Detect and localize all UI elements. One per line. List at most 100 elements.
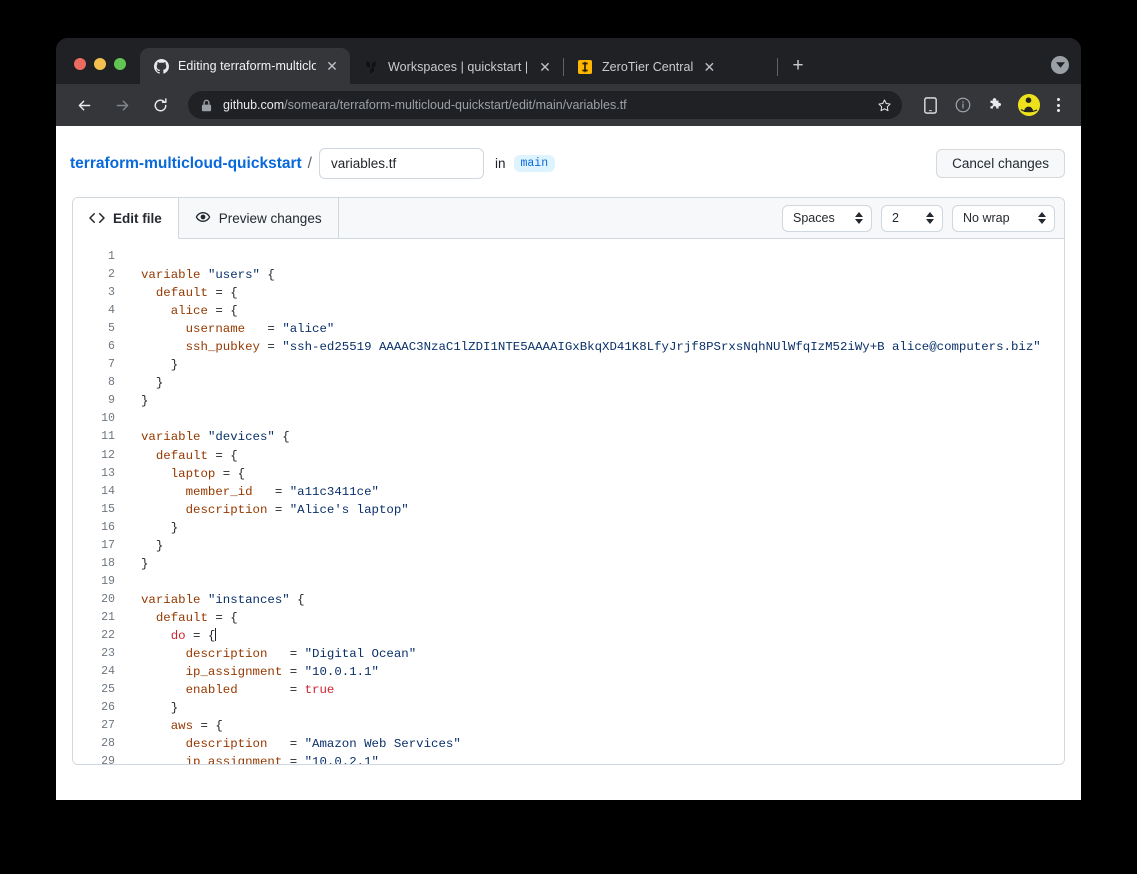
- branch-badge: main: [513, 155, 556, 172]
- code-text: description = "Digital Ocean": [125, 645, 417, 663]
- github-page: terraform-multicloud-quickstart / in mai…: [56, 126, 1081, 800]
- line-number: 1: [108, 250, 115, 263]
- code-token: "10.0.2.1": [304, 755, 379, 764]
- tab-edit-file[interactable]: Edit file: [73, 198, 179, 239]
- code-line: 16 }: [73, 519, 1064, 537]
- close-window-button[interactable]: [74, 58, 86, 70]
- wrap-mode-select[interactable]: No wrap: [952, 204, 1055, 232]
- code-text: }: [125, 555, 148, 573]
- code-line: 28 description = "Amazon Web Services": [73, 735, 1064, 753]
- browser-menu-icon[interactable]: [1047, 98, 1069, 112]
- code-token: }: [141, 394, 149, 409]
- line-number: 6: [108, 340, 115, 354]
- code-text: }: [125, 356, 178, 374]
- code-text: ssh_pubkey = "ssh-ed25519 AAAAC3NzaC1lZD…: [125, 338, 1041, 356]
- tab-search-icon[interactable]: [1051, 56, 1069, 74]
- screen: Editing terraform-multicloud-q ✕ Workspa…: [0, 0, 1137, 874]
- file-editor: Edit file Preview changes Spaces 2 No wr…: [72, 197, 1065, 765]
- code-line: 18}: [73, 555, 1064, 573]
- code-token: do: [170, 628, 186, 643]
- code-line: 3 default = {: [73, 284, 1064, 302]
- close-tab-icon[interactable]: ✕: [324, 58, 340, 74]
- address-bar[interactable]: github.com/someara/terraform-multicloud-…: [188, 91, 902, 119]
- cast-device-icon[interactable]: [917, 92, 943, 118]
- bookmark-star-icon[interactable]: [876, 98, 892, 113]
- line-number: 26: [101, 701, 115, 715]
- code-line: 4 alice = {: [73, 302, 1064, 320]
- repo-link[interactable]: terraform-multicloud-quickstart: [70, 155, 302, 173]
- browser-tab-github[interactable]: Editing terraform-multicloud-q ✕: [140, 48, 350, 84]
- terraform-icon: [363, 59, 379, 75]
- code-line: 25 enabled = true: [73, 681, 1064, 699]
- line-number: 16: [101, 520, 115, 534]
- browser-tab-title: ZeroTier Central: [602, 60, 694, 74]
- code-text: }: [125, 699, 178, 717]
- indent-mode-select[interactable]: Spaces: [782, 204, 872, 232]
- code-token: default: [155, 286, 208, 301]
- indent-size-select[interactable]: 2: [881, 204, 943, 232]
- code-token: variable: [141, 268, 201, 283]
- select-value: No wrap: [963, 211, 1010, 225]
- browser-tab-strip: Editing terraform-multicloud-q ✕ Workspa…: [56, 38, 1081, 84]
- zerotier-icon: [577, 59, 593, 75]
- forward-button[interactable]: [108, 91, 136, 119]
- code-token: = {: [185, 628, 216, 643]
- info-icon[interactable]: [950, 92, 976, 118]
- code-text: ip_assignment = "10.0.1.1": [125, 663, 379, 681]
- code-text: default = {: [125, 447, 238, 465]
- in-label: in: [494, 156, 506, 171]
- line-number: 14: [101, 484, 115, 498]
- code-line: 1: [73, 248, 1064, 266]
- reload-button[interactable]: [146, 91, 174, 119]
- url-path: /someara/terraform-multicloud-quickstart…: [284, 98, 627, 112]
- stepper-icon: [1038, 212, 1046, 224]
- code-line: 10: [73, 410, 1064, 428]
- code-text: variable "devices" {: [125, 428, 290, 446]
- browser-tab-zerotier[interactable]: ZeroTier Central ✕: [564, 50, 777, 84]
- code-text: variable "instances" {: [125, 591, 305, 609]
- tab-preview-changes[interactable]: Preview changes: [179, 198, 339, 238]
- browser-tab-title: Editing terraform-multicloud-q: [178, 59, 316, 73]
- line-number: 5: [108, 322, 115, 336]
- line-number: 10: [101, 412, 115, 426]
- code-token: default: [155, 448, 208, 463]
- code-editor[interactable]: 1 2 variable "users" {3 default = {4 alice…: [73, 239, 1064, 764]
- code-token: aws: [170, 719, 194, 734]
- code-line: 13 laptop = {: [73, 465, 1064, 483]
- code-token: member_id: [185, 484, 253, 499]
- line-number: 29: [101, 755, 115, 764]
- code-token: {: [274, 430, 290, 445]
- code-text: do = {: [125, 627, 217, 645]
- cancel-changes-button[interactable]: Cancel changes: [936, 149, 1065, 178]
- extensions-puzzle-icon[interactable]: [983, 92, 1009, 118]
- close-tab-icon[interactable]: ✕: [701, 59, 717, 75]
- file-edit-header: terraform-multicloud-quickstart / in mai…: [56, 126, 1081, 197]
- url-text: github.com/someara/terraform-multicloud-…: [223, 98, 868, 112]
- path-separator: /: [307, 154, 312, 172]
- back-button[interactable]: [70, 91, 98, 119]
- new-tab-button[interactable]: +: [784, 52, 812, 80]
- minimize-window-button[interactable]: [94, 58, 106, 70]
- line-number: 17: [101, 538, 115, 552]
- line-number: 3: [108, 286, 115, 300]
- close-tab-icon[interactable]: ✕: [537, 59, 553, 75]
- maximize-window-button[interactable]: [114, 58, 126, 70]
- browser-toolbar: github.com/someara/terraform-multicloud-…: [56, 84, 1081, 126]
- line-number: 15: [101, 502, 115, 516]
- code-token: username: [185, 322, 246, 337]
- avatar[interactable]: [1018, 94, 1040, 116]
- code-token: "alice": [282, 322, 335, 337]
- filename-input[interactable]: [318, 148, 484, 179]
- line-number: 12: [101, 448, 115, 462]
- browser-tab-terraform[interactable]: Workspaces | quickstart | Terra ✕: [350, 50, 563, 84]
- code-text: aws = {: [125, 717, 223, 735]
- code-token: = {: [207, 610, 238, 625]
